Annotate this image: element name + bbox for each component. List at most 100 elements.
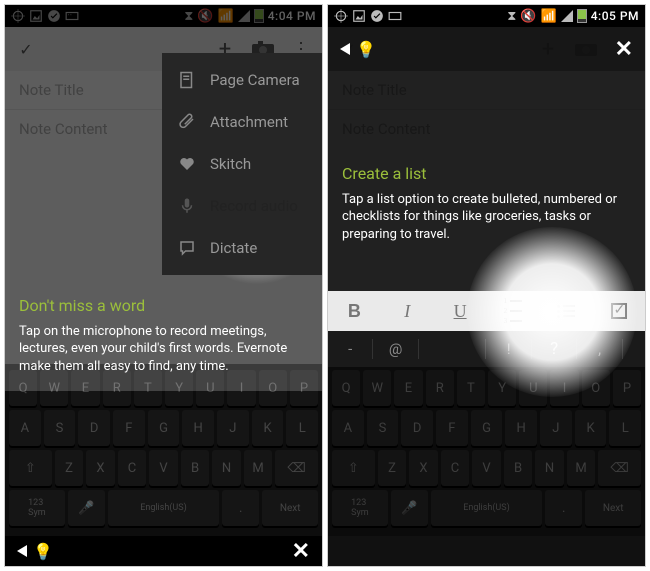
menu-dictate[interactable]: Dictate	[162, 227, 322, 269]
key-V[interactable]: V	[472, 450, 501, 486]
key-S[interactable]: S	[367, 410, 399, 446]
page-camera-icon	[178, 71, 196, 89]
keyboard[interactable]: QWERTYUIOP ASDFGHJKL ⇧ZXCVBNM⌫ 123 Sym🎤E…	[5, 364, 322, 536]
mic-key[interactable]: 🎤	[391, 490, 428, 526]
key-Z[interactable]: Z	[378, 450, 407, 486]
space-key[interactable]: English(US)	[431, 490, 542, 526]
italic-button[interactable]: I	[381, 301, 434, 322]
keyboard[interactable]: QWERTYUIOP ASDFGHJKL ⇧ZXCVBNM⌫ 123 Sym🎤E…	[328, 364, 645, 536]
key-U[interactable]: U	[196, 370, 224, 406]
key-W[interactable]: W	[363, 370, 391, 406]
key-I[interactable]: I	[550, 370, 578, 406]
signal-icon	[561, 10, 573, 22]
key-P[interactable]: P	[613, 370, 641, 406]
punct-dash[interactable]: -	[328, 339, 373, 359]
key-B[interactable]: B	[181, 450, 210, 486]
key-G[interactable]: G	[471, 410, 503, 446]
key-P[interactable]: P	[290, 370, 318, 406]
key-O[interactable]: O	[582, 370, 610, 406]
key-F[interactable]: F	[436, 410, 468, 446]
gps-icon	[11, 9, 25, 23]
key-K[interactable]: K	[252, 410, 284, 446]
menu-attachment[interactable]: Attachment	[162, 101, 322, 143]
key-C[interactable]: C	[118, 450, 147, 486]
menu-skitch[interactable]: Skitch	[162, 143, 322, 185]
menu-record-audio[interactable]: Record audio	[162, 185, 322, 227]
key-H[interactable]: H	[182, 410, 214, 446]
key-J[interactable]: J	[540, 410, 572, 446]
punct-quest[interactable]: ?	[532, 339, 577, 359]
lightbulb-icon[interactable]: 💡	[356, 40, 376, 59]
key-X[interactable]: X	[86, 450, 115, 486]
next-key[interactable]: Next	[262, 490, 318, 526]
key-Z[interactable]: Z	[55, 450, 84, 486]
key-D[interactable]: D	[401, 410, 433, 446]
key-A[interactable]: A	[332, 410, 364, 446]
key-H[interactable]: H	[505, 410, 537, 446]
mute-icon: 🔇	[197, 9, 213, 24]
key-L[interactable]: L	[286, 410, 318, 446]
key-Q[interactable]: Q	[332, 370, 360, 406]
next-key[interactable]: Next	[585, 490, 641, 526]
key-N[interactable]: N	[535, 450, 564, 486]
close-icon[interactable]: ✕	[292, 539, 310, 564]
key-J[interactable]: J	[217, 410, 249, 446]
period-key[interactable]: .	[222, 490, 259, 526]
back-arrow-icon[interactable]	[340, 43, 350, 55]
key-K[interactable]: K	[575, 410, 607, 446]
sym-key[interactable]: 123 Sym	[332, 490, 388, 526]
delete-key[interactable]: ⌫	[598, 450, 641, 486]
key-N[interactable]: N	[212, 450, 241, 486]
numbered-list-icon: 1 2 3	[504, 297, 523, 325]
key-Y[interactable]: Y	[165, 370, 193, 406]
key-L[interactable]: L	[609, 410, 641, 446]
bold-button[interactable]: B	[328, 301, 381, 322]
key-A[interactable]: A	[9, 410, 41, 446]
coach-top-bar: 💡 ✕	[328, 27, 645, 71]
lightbulb-icon[interactable]: 💡	[33, 542, 53, 561]
period-key[interactable]: .	[545, 490, 582, 526]
key-I[interactable]: I	[227, 370, 255, 406]
bulleted-list-button[interactable]	[539, 305, 592, 318]
punct-excl[interactable]: !	[486, 339, 531, 359]
key-W[interactable]: W	[40, 370, 68, 406]
punct-comma[interactable]: ,	[577, 339, 622, 359]
shift-key[interactable]: ⇧	[332, 450, 375, 486]
key-E[interactable]: E	[394, 370, 422, 406]
space-key[interactable]: English(US)	[108, 490, 219, 526]
key-U[interactable]: U	[519, 370, 547, 406]
punct-at[interactable]: @	[373, 339, 418, 359]
key-Q[interactable]: Q	[9, 370, 37, 406]
key-Y[interactable]: Y	[488, 370, 516, 406]
menu-page-camera[interactable]: Page Camera	[162, 59, 322, 101]
key-R[interactable]: R	[426, 370, 454, 406]
close-icon[interactable]: ✕	[615, 37, 633, 62]
clock: 4:05 PM	[591, 9, 639, 23]
key-C[interactable]: C	[441, 450, 470, 486]
mic-key[interactable]: 🎤	[68, 490, 105, 526]
done-check-icon[interactable]: ✓	[13, 40, 39, 59]
key-T[interactable]: T	[457, 370, 485, 406]
key-E[interactable]: E	[71, 370, 99, 406]
sym-key[interactable]: 123 Sym	[9, 490, 65, 526]
key-D[interactable]: D	[78, 410, 110, 446]
key-B[interactable]: B	[504, 450, 533, 486]
back-arrow-icon[interactable]	[17, 545, 27, 557]
battery-icon	[577, 9, 587, 23]
key-G[interactable]: G	[148, 410, 180, 446]
key-M[interactable]: M	[567, 450, 596, 486]
numbered-list-button[interactable]: 1 2 3	[486, 297, 539, 325]
checklist-button[interactable]	[592, 303, 645, 319]
keyboard-notif-icon	[388, 9, 402, 23]
key-R[interactable]: R	[103, 370, 131, 406]
key-V[interactable]: V	[149, 450, 178, 486]
shift-key[interactable]: ⇧	[9, 450, 52, 486]
key-S[interactable]: S	[44, 410, 76, 446]
delete-key[interactable]: ⌫	[275, 450, 318, 486]
key-X[interactable]: X	[409, 450, 438, 486]
key-F[interactable]: F	[113, 410, 145, 446]
key-O[interactable]: O	[259, 370, 287, 406]
key-M[interactable]: M	[244, 450, 273, 486]
underline-button[interactable]: U	[434, 301, 487, 322]
key-T[interactable]: T	[134, 370, 162, 406]
